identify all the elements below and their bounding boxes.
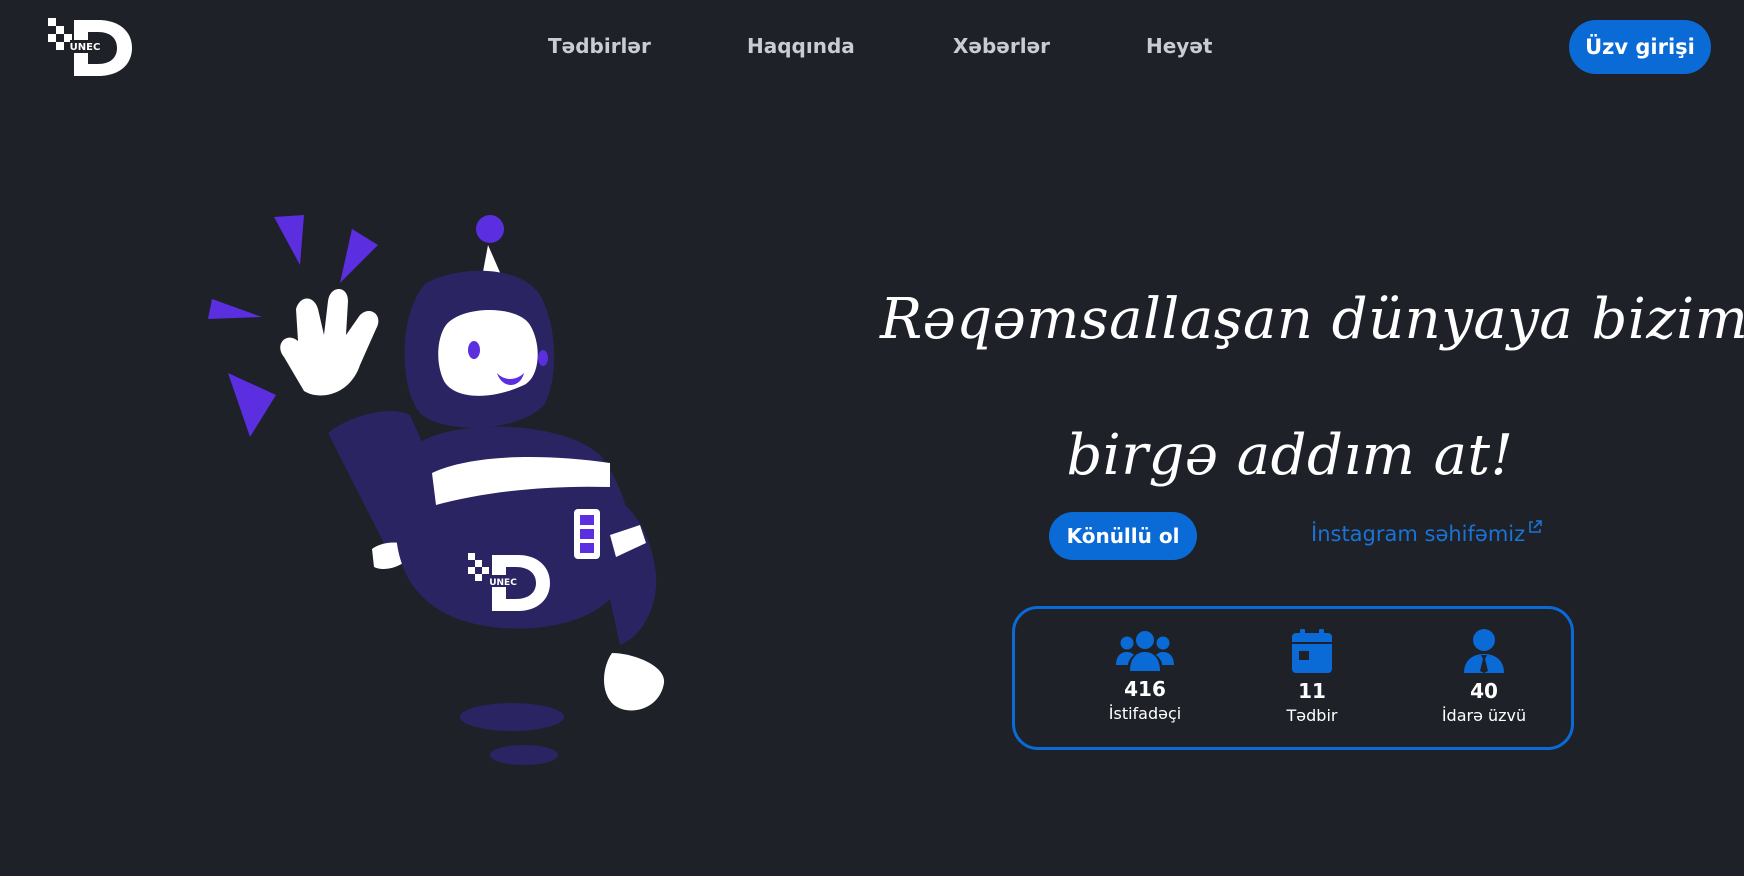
antenna-ball (476, 215, 504, 243)
robot-eye (468, 341, 480, 359)
stats-panel: 416 İstifadəçi 11 Tədbir 40 İdarə üzvü (1012, 606, 1574, 750)
nav-item-news[interactable]: Xəbərlər (953, 34, 1050, 58)
stat-board-label: İdarə üzvü (1441, 706, 1527, 725)
instagram-link[interactable]: İnstagram səhifəmiz (1311, 520, 1542, 546)
hero-title-line: Rəqəmsallaşan dünyaya bizimlə (880, 287, 1744, 352)
volunteer-button[interactable]: Könüllü ol (1049, 512, 1197, 560)
user-tie-icon (1464, 629, 1504, 673)
hero-title-line: birgə addım at! (1066, 423, 1514, 488)
calendar-icon (1292, 629, 1332, 673)
wave-mark (340, 229, 378, 283)
member-login-button[interactable]: Üzv girişi (1569, 20, 1711, 74)
wave-mark (274, 215, 304, 265)
external-link-icon (1529, 520, 1542, 533)
stat-users-label: İstifadəçi (1108, 704, 1182, 723)
instagram-link-label: İnstagram səhifəmiz (1311, 522, 1526, 546)
site-header: UNEC Tədbirlər Haqqında Xəbərlər Heyət Ü… (0, 0, 1744, 98)
stat-board: 40 İdarə üzvü (1414, 629, 1554, 726)
dunec-logo[interactable]: UNEC (46, 16, 136, 78)
stat-events-value: 11 (1298, 679, 1326, 703)
chest-logo-text: UNEC (489, 578, 517, 588)
users-icon (1116, 631, 1174, 671)
wave-mark (208, 299, 262, 319)
stat-users-value: 416 (1124, 677, 1166, 701)
stat-events-label: Tədbir (1286, 706, 1338, 725)
hero-title: Rəqəmsallaşan dünyaya bizimlə birgə addı… (880, 252, 1744, 524)
robot-mascot-illustration: UNEC (208, 215, 665, 765)
nav-item-about[interactable]: Haqqında (747, 34, 855, 58)
stat-board-value: 40 (1470, 679, 1498, 703)
robot-eye (538, 350, 548, 366)
nav-item-events[interactable]: Tədbirlər (548, 34, 651, 58)
page: UNEC Tədbirlər Haqqında Xəbərlər Heyət Ü… (0, 0, 1744, 876)
nav-item-team[interactable]: Heyət (1146, 34, 1212, 58)
stat-events: 11 Tədbir (1242, 629, 1382, 726)
stat-users: 416 İstifadəçi (1075, 629, 1215, 724)
logo-text: UNEC (70, 42, 101, 53)
wave-mark (228, 373, 276, 437)
